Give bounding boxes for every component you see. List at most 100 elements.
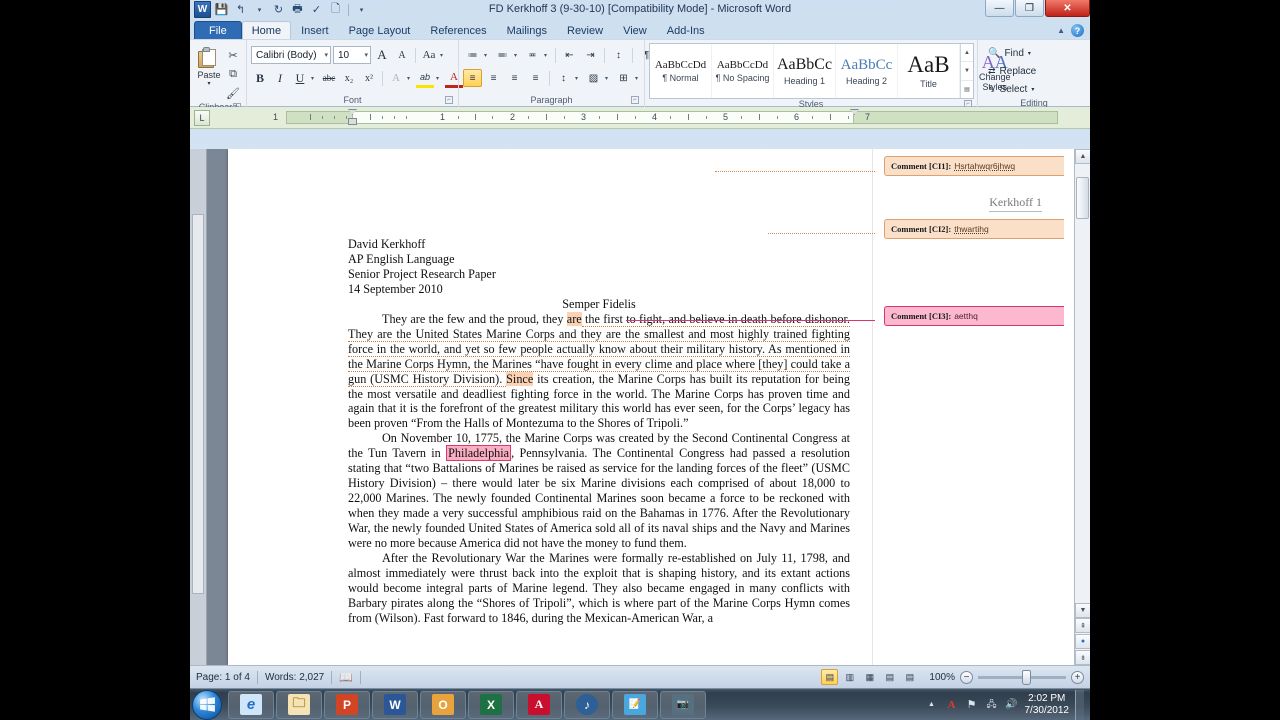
bold-button[interactable]: B [251, 69, 269, 88]
tab-home[interactable]: Home [241, 21, 292, 39]
word-count[interactable]: Words: 2,027 [265, 672, 324, 683]
paragraph-dialog-launcher[interactable]: ⌐ [631, 96, 639, 104]
style-heading-1[interactable]: AaBbCc Heading 1 [774, 44, 836, 98]
numbering-arrow-icon[interactable]: ▾ [514, 52, 521, 59]
format-painter-icon[interactable]: 🖌 [224, 84, 242, 102]
text-highlight-color-icon[interactable]: ab [416, 69, 434, 88]
taskbar-word[interactable]: W [372, 690, 418, 719]
shrink-font-icon[interactable]: A [393, 46, 411, 65]
change-case-icon[interactable]: Aa [420, 46, 438, 65]
zoom-in-button[interactable]: + [1071, 670, 1084, 684]
zoom-out-button[interactable]: − [960, 670, 973, 684]
taskbar-outlook[interactable]: O [420, 690, 466, 719]
next-page-button[interactable]: ⇟ [1075, 650, 1090, 665]
adobe-tray-icon[interactable]: A [945, 698, 959, 712]
borders-arrow-icon[interactable]: ▾ [635, 75, 642, 82]
font-dialog-launcher[interactable]: ⌐ [445, 96, 453, 104]
paste-button[interactable]: Paste ▾ [194, 44, 224, 87]
highlight-arrow-icon[interactable]: ▾ [436, 75, 443, 82]
taskbar-camera-app[interactable]: 📷 [660, 690, 706, 719]
zoom-slider-track[interactable] [978, 669, 1066, 685]
font-name-combo[interactable]: Calibri (Body) ▾ [251, 46, 331, 64]
sort-icon[interactable]: ↕ [609, 46, 628, 64]
taskbar-notepad[interactable]: 📝 [612, 690, 658, 719]
full-screen-reading-view-button[interactable]: ▥ [841, 669, 858, 685]
left-indent-marker[interactable] [348, 118, 357, 125]
clock[interactable]: 2:02 PM 7/30/2012 [1025, 693, 1070, 717]
shading-arrow-icon[interactable]: ▾ [605, 75, 612, 82]
draft-view-button[interactable]: ▤ [901, 669, 918, 685]
justify-button[interactable]: ≡ [526, 69, 545, 87]
align-center-button[interactable]: ≡ [484, 69, 503, 87]
minimize-button[interactable]: — [985, 0, 1014, 17]
bullets-icon[interactable]: ≔ [463, 46, 482, 64]
align-right-button[interactable]: ≡ [505, 69, 524, 87]
font-size-combo[interactable]: 10 ▾ [333, 46, 371, 64]
tab-page-layout[interactable]: Page Layout [339, 21, 421, 39]
clear-formatting-arrow-icon[interactable]: ▾ [407, 75, 414, 82]
taskbar-windows-explorer[interactable]: 🗀 [276, 690, 322, 719]
page-header[interactable]: Kerkhoff 1 [989, 195, 1042, 212]
network-flag-icon[interactable]: ⚑ [965, 698, 979, 712]
style-heading-2[interactable]: AaBbCc Heading 2 [836, 44, 898, 98]
taskbar-powerpoint[interactable]: P [324, 690, 370, 719]
horizontal-ruler[interactable]: L 1 1 2 3 4 5 6 7 [190, 107, 1090, 129]
find-button[interactable]: 🔍 Find ▾ [985, 44, 1034, 62]
scroll-down-button[interactable]: ▼ [1075, 603, 1090, 618]
styles-scroll-down-icon[interactable]: ▼ [961, 62, 973, 81]
zoom-level-label[interactable]: 100% [929, 672, 955, 683]
strikethrough-button[interactable]: abc [320, 69, 338, 88]
collapse-ribbon-icon[interactable]: ▲ [1057, 26, 1065, 35]
borders-icon[interactable]: ⊞ [614, 69, 633, 87]
clear-formatting-icon[interactable]: A [387, 69, 405, 88]
underline-arrow-icon[interactable]: ▾ [311, 75, 318, 82]
network-connection-icon[interactable]: 🖧 [985, 698, 999, 712]
tab-add-ins[interactable]: Add-Ins [657, 21, 715, 39]
styles-more-icon[interactable]: ▤ [961, 81, 973, 98]
tab-file[interactable]: File [194, 21, 242, 39]
document-body[interactable]: David Kerkhoff AP English Language Senio… [348, 237, 850, 626]
line-spacing-icon[interactable]: ↕ [554, 69, 573, 87]
document-scrollbar[interactable]: ▲ ▼ ⇞ ● ⇟ [1074, 149, 1090, 665]
tab-review[interactable]: Review [557, 21, 613, 39]
scroll-up-button[interactable]: ▲ [1075, 149, 1090, 164]
close-button[interactable]: ✕ [1045, 0, 1090, 17]
tab-insert[interactable]: Insert [291, 21, 339, 39]
tab-references[interactable]: References [420, 21, 496, 39]
increase-indent-icon[interactable]: ⇥ [581, 46, 600, 64]
tab-stop-selector[interactable]: L [194, 110, 210, 126]
change-case-arrow-icon[interactable]: ▾ [440, 52, 447, 59]
show-desktop-button[interactable] [1075, 689, 1084, 720]
web-layout-view-button[interactable]: ▦ [861, 669, 878, 685]
align-left-button[interactable]: ≡ [463, 69, 482, 87]
select-button[interactable]: ↖ Select ▾ [985, 80, 1037, 98]
proofing-errors-icon[interactable]: 📖 [339, 671, 353, 684]
shading-icon[interactable]: ▨ [584, 69, 603, 87]
subscript-button[interactable]: x₂ [340, 69, 358, 88]
select-browse-object-button[interactable]: ● [1075, 634, 1090, 649]
numbering-icon[interactable]: ≕ [493, 46, 512, 64]
print-layout-view-button[interactable]: ▤ [821, 669, 839, 685]
tab-mailings[interactable]: Mailings [497, 21, 557, 39]
multilevel-arrow-icon[interactable]: ▾ [544, 52, 551, 59]
style-no-spacing[interactable]: AaBbCcDd ¶ No Spacing [712, 44, 774, 98]
comment-balloon-2[interactable]: Comment [CI2]: thwartihq [884, 219, 1064, 239]
help-icon[interactable]: ? [1071, 24, 1084, 37]
page-indicator[interactable]: Page: 1 of 4 [196, 672, 250, 683]
zoom-slider-thumb[interactable] [1022, 669, 1031, 685]
show-hidden-icons-icon[interactable]: ▲ [925, 698, 939, 712]
grow-font-icon[interactable]: A [373, 46, 391, 65]
comment-balloon-1[interactable]: Comment [CI1]: Hsrtahwqr6jhwq [884, 156, 1064, 176]
bullets-arrow-icon[interactable]: ▾ [484, 52, 491, 59]
style-title[interactable]: AaB Title [898, 44, 960, 98]
tab-view[interactable]: View [613, 21, 657, 39]
replace-button[interactable]: ⇄ Replace [985, 62, 1039, 80]
underline-button[interactable]: U [291, 69, 309, 88]
restore-button[interactable]: ❐ [1015, 0, 1044, 17]
styles-scroll-up-icon[interactable]: ▲ [961, 44, 973, 63]
volume-icon[interactable]: 🔊 [1005, 698, 1019, 712]
taskbar-excel[interactable]: X [468, 690, 514, 719]
multilevel-list-icon[interactable]: ≖ [523, 46, 542, 64]
decrease-indent-icon[interactable]: ⇤ [560, 46, 579, 64]
comment-balloon-3[interactable]: Comment [CI3]: aetthq [884, 306, 1064, 326]
